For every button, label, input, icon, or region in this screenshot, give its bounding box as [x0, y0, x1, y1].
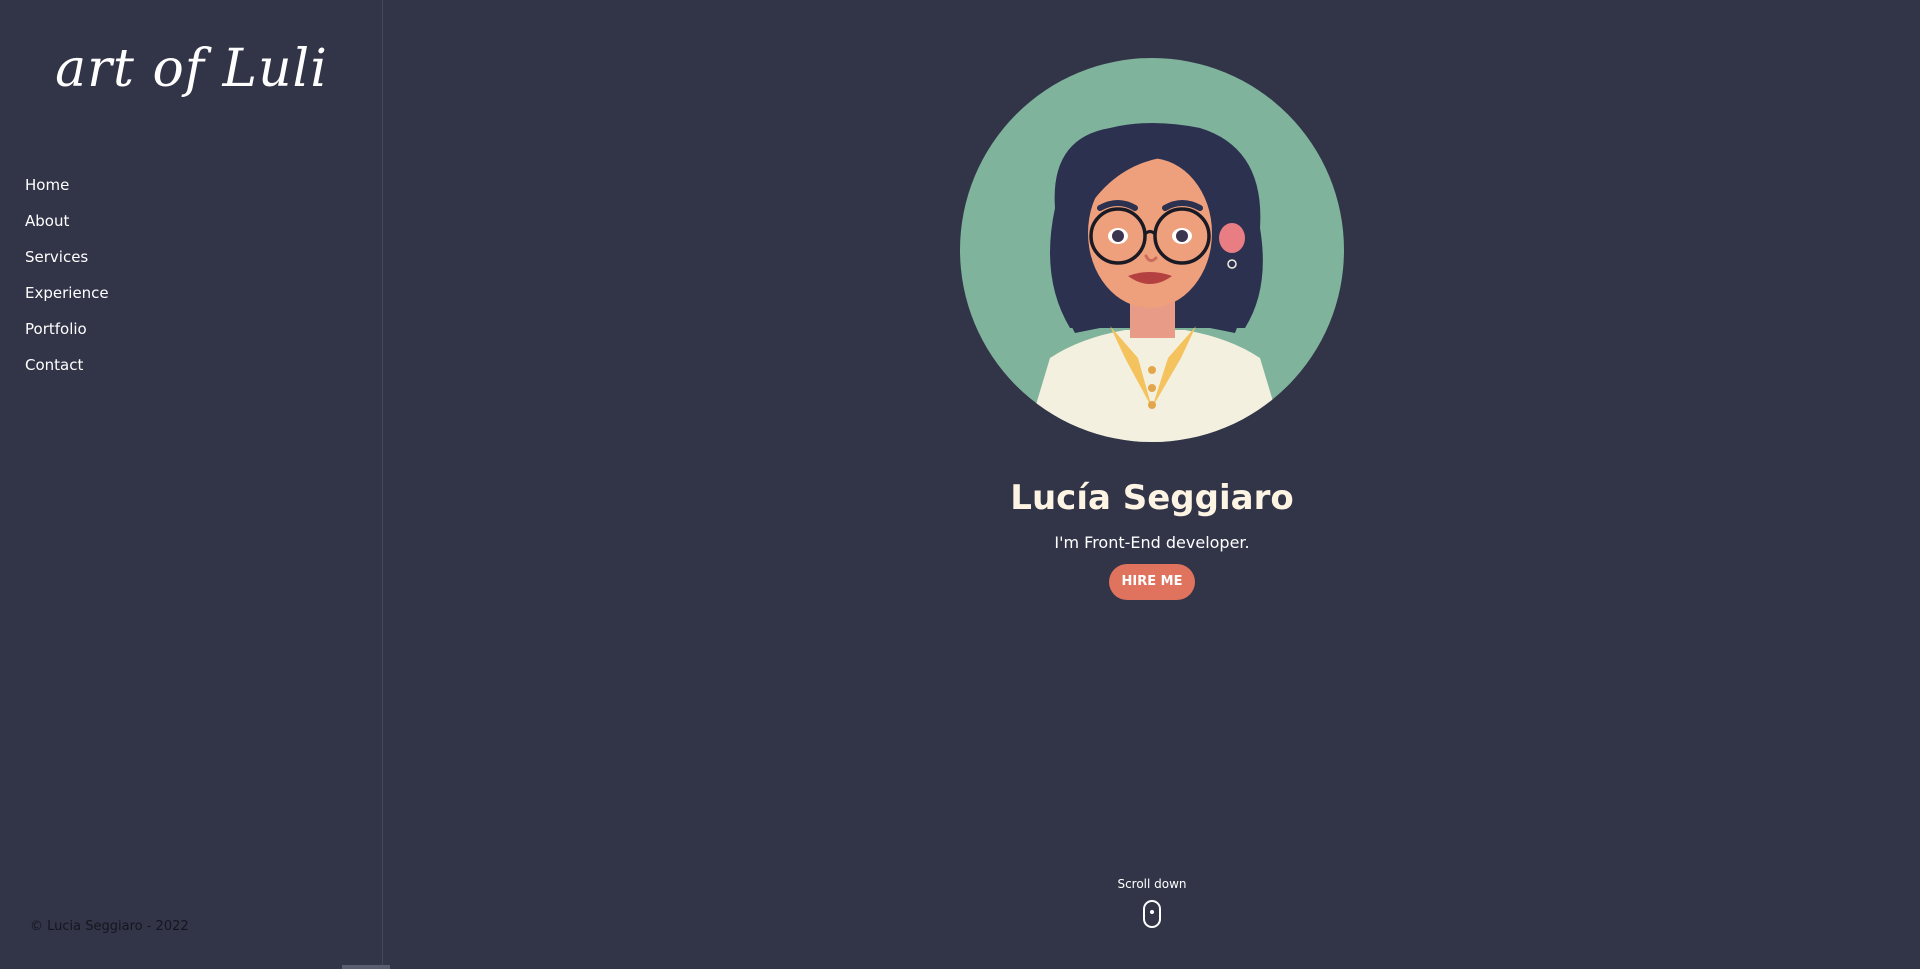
hero-section: Lucía Seggiaro I'm Front-End developer. …	[384, 0, 1920, 969]
woman-with-glasses-illustration	[960, 58, 1344, 442]
mouse-scroll-icon[interactable]	[1142, 899, 1162, 929]
nav-item-about[interactable]: About	[25, 208, 109, 244]
site-logo[interactable]: art of Luli	[0, 38, 383, 100]
copyright-text: © Lucia Seggiaro - 2022	[30, 919, 189, 934]
sidebar: art of Luli Home About Services Experien…	[0, 0, 383, 969]
sidebar-nav: Home About Services Experience Portfolio…	[25, 172, 109, 388]
horizontal-scrollbar-thumb[interactable]	[342, 965, 390, 969]
nav-item-portfolio[interactable]: Portfolio	[25, 316, 109, 352]
nav-item-contact[interactable]: Contact	[25, 352, 109, 388]
hero-name: Lucía Seggiaro	[1010, 478, 1294, 518]
nav-item-services[interactable]: Services	[25, 244, 109, 280]
scroll-down-label[interactable]: Scroll down	[384, 877, 1920, 891]
page: art of Luli Home About Services Experien…	[0, 0, 1920, 969]
nav-item-experience[interactable]: Experience	[25, 280, 109, 316]
hero-tagline: I'm Front-End developer.	[1054, 533, 1250, 552]
hire-me-button[interactable]: HIRE ME	[1109, 564, 1195, 600]
nav-item-home[interactable]: Home	[25, 172, 109, 208]
